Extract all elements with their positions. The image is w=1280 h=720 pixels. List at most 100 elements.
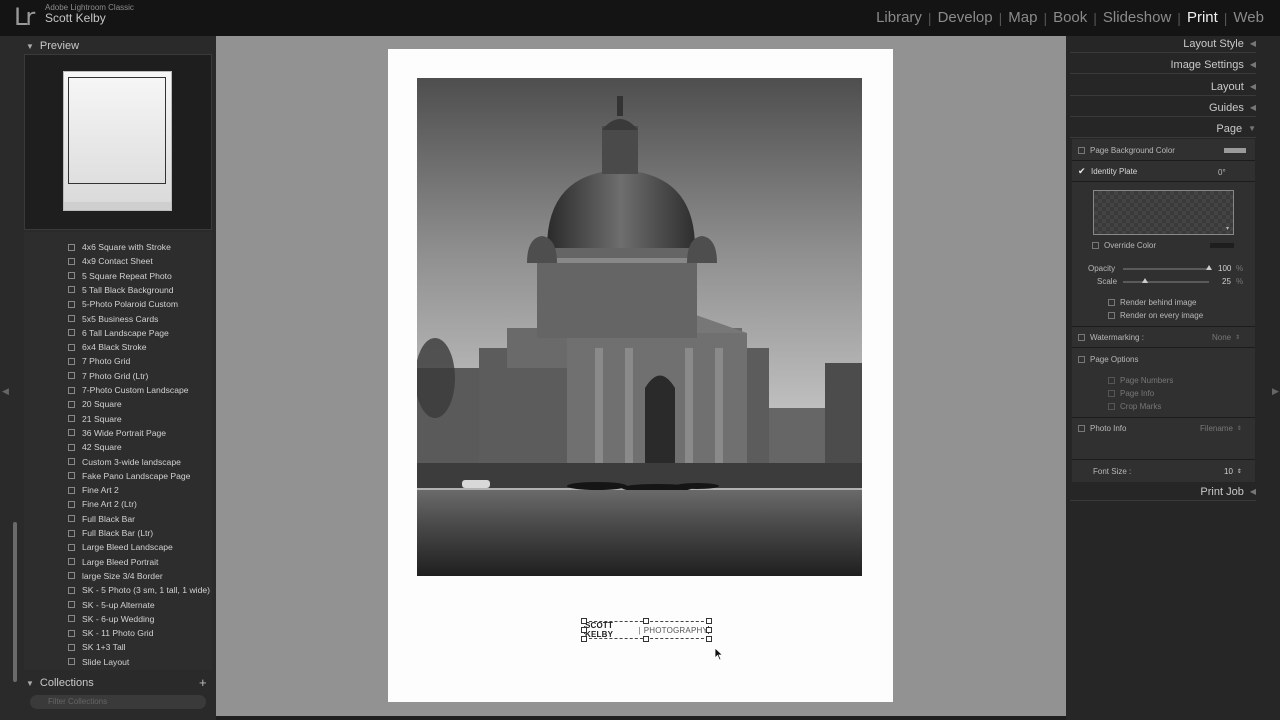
- photo-info-option[interactable]: Photo Info: [1078, 424, 1126, 433]
- template-item[interactable]: 6 Tall Landscape Page: [24, 326, 212, 340]
- section-guides[interactable]: Guides ◀: [1070, 99, 1256, 117]
- preview-panel-header[interactable]: ▼ Preview: [26, 36, 79, 56]
- page-background-color-swatch[interactable]: [1224, 148, 1246, 153]
- resize-handle-top-right[interactable]: [706, 618, 712, 624]
- render-behind-image-option[interactable]: Render behind image: [1108, 298, 1197, 307]
- scale-value[interactable]: 25: [1222, 277, 1231, 286]
- resize-handle-bottom[interactable]: [643, 636, 649, 642]
- template-item[interactable]: 36 Wide Portrait Page: [24, 426, 212, 440]
- identity-plate-name: SCOTT KELBY: [585, 621, 614, 639]
- template-item[interactable]: 20 Square: [24, 397, 212, 411]
- template-item[interactable]: 4x6 Square with Stroke: [24, 240, 212, 254]
- checkbox[interactable]: [1108, 403, 1115, 410]
- module-library[interactable]: Library: [870, 9, 928, 26]
- section-page[interactable]: Page ▼: [1070, 120, 1256, 138]
- add-collection-button[interactable]: +: [199, 675, 207, 690]
- page-info-option[interactable]: Page Info: [1108, 389, 1154, 398]
- section-layout-style[interactable]: Layout Style ◀: [1070, 35, 1256, 53]
- font-size-label: Font Size :: [1093, 467, 1132, 476]
- divider: [1072, 459, 1255, 460]
- override-color-option[interactable]: Override Color: [1092, 241, 1156, 250]
- page-numbers-option[interactable]: Page Numbers: [1108, 376, 1173, 385]
- checkbox[interactable]: [1092, 242, 1099, 249]
- filter-collections-input[interactable]: Filter Collections: [30, 695, 206, 709]
- template-item[interactable]: SK - 5-up Alternate: [24, 598, 212, 612]
- module-print[interactable]: Print: [1181, 9, 1224, 26]
- page-background-color-option[interactable]: Page Background Color: [1078, 146, 1175, 155]
- template-item[interactable]: Full Black Bar: [24, 512, 212, 526]
- override-color-swatch[interactable]: [1210, 243, 1234, 248]
- identity-plate-rotation[interactable]: 0°: [1218, 168, 1226, 177]
- template-item[interactable]: 5 Tall Black Background: [24, 283, 212, 297]
- section-print-job[interactable]: Print Job ◀: [1070, 483, 1256, 501]
- template-item[interactable]: 7-Photo Custom Landscape: [24, 383, 212, 397]
- chevron-down-icon[interactable]: ▾: [1226, 225, 1229, 232]
- resize-handle-top[interactable]: [643, 618, 649, 624]
- left-panel-scrollbar[interactable]: [13, 522, 17, 682]
- section-image-settings[interactable]: Image Settings ◀: [1070, 56, 1256, 74]
- identity-plate-preview[interactable]: [1093, 190, 1234, 235]
- font-size-dropdown[interactable]: 10 ⇕: [1224, 467, 1242, 476]
- preview-photo-cell: [68, 77, 166, 184]
- crop-marks-option[interactable]: Crop Marks: [1108, 402, 1161, 411]
- module-book[interactable]: Book: [1047, 9, 1093, 26]
- module-picker-bar: Lr Adobe Lightroom Classic Scott Kelby L…: [0, 0, 1280, 36]
- checkbox[interactable]: [1078, 425, 1085, 432]
- resize-handle-top-left[interactable]: [581, 618, 587, 624]
- template-item[interactable]: Fine Art 2: [24, 483, 212, 497]
- template-item[interactable]: 42 Square: [24, 440, 212, 454]
- resize-handle-right[interactable]: [706, 627, 712, 633]
- template-item[interactable]: SK - 5 Photo (3 sm, 1 tall, 1 wide): [24, 583, 212, 597]
- left-panel-toggle-icon[interactable]: ◀: [2, 386, 9, 397]
- resize-handle-bottom-right[interactable]: [706, 636, 712, 642]
- template-item[interactable]: 5x5 Business Cards: [24, 312, 212, 326]
- template-item[interactable]: SK - 6-up Wedding: [24, 612, 212, 626]
- template-item[interactable]: Large Bleed Landscape: [24, 540, 212, 554]
- template-item[interactable]: SK - 11 Photo Grid: [24, 626, 212, 640]
- collections-panel-header[interactable]: ▼ Collections: [26, 673, 94, 693]
- checkbox[interactable]: [1108, 390, 1115, 397]
- template-item[interactable]: 6x4 Black Stroke: [24, 340, 212, 354]
- module-web[interactable]: Web: [1227, 9, 1270, 26]
- template-item[interactable]: Custom 3-wide landscape: [24, 455, 212, 469]
- template-item[interactable]: 4x9 Contact Sheet: [24, 254, 212, 268]
- page-options-option[interactable]: Page Options: [1078, 355, 1138, 364]
- right-panel-toggle-icon[interactable]: ▶: [1272, 386, 1279, 397]
- template-item[interactable]: Full Black Bar (Ltr): [24, 526, 212, 540]
- checkbox[interactable]: [1108, 299, 1115, 306]
- module-develop[interactable]: Develop: [932, 9, 999, 26]
- scale-slider[interactable]: [1123, 281, 1209, 283]
- module-slideshow[interactable]: Slideshow: [1097, 9, 1177, 26]
- template-item[interactable]: 7 Photo Grid (Ltr): [24, 369, 212, 383]
- template-item[interactable]: Fake Pano Landscape Page: [24, 469, 212, 483]
- template-item[interactable]: 7 Photo Grid: [24, 354, 212, 368]
- checkmark-icon[interactable]: ✔: [1078, 166, 1086, 176]
- checkbox[interactable]: [1108, 377, 1115, 384]
- template-item[interactable]: large Size 3/4 Border: [24, 569, 212, 583]
- resize-handle-left[interactable]: [581, 627, 587, 633]
- section-layout[interactable]: Layout ◀: [1070, 78, 1256, 96]
- template-item[interactable]: 5 Square Repeat Photo: [24, 269, 212, 283]
- template-item[interactable]: 21 Square: [24, 412, 212, 426]
- opacity-value[interactable]: 100: [1218, 264, 1231, 273]
- checkbox[interactable]: [1078, 356, 1085, 363]
- checkbox[interactable]: [1078, 147, 1085, 154]
- scale-slider-knob[interactable]: [1141, 278, 1148, 283]
- identity-plate-option[interactable]: ✔ Identity Plate: [1078, 166, 1137, 176]
- template-item[interactable]: Fine Art 2 (Ltr): [24, 497, 212, 511]
- template-item[interactable]: Large Bleed Portrait: [24, 555, 212, 569]
- render-every-image-option[interactable]: Render on every image: [1108, 311, 1203, 320]
- template-item[interactable]: Slide Layout: [24, 655, 212, 669]
- opacity-slider[interactable]: [1123, 268, 1209, 270]
- photo-cell[interactable]: [417, 78, 862, 576]
- photo-info-dropdown[interactable]: Filename ⇕: [1200, 424, 1242, 433]
- resize-handle-bottom-left[interactable]: [581, 636, 587, 642]
- template-item[interactable]: 5-Photo Polaroid Custom: [24, 297, 212, 311]
- module-map[interactable]: Map: [1002, 9, 1043, 26]
- watermarking-option[interactable]: Watermarking :: [1078, 333, 1144, 342]
- template-item[interactable]: SK 1+3 Tall: [24, 640, 212, 654]
- checkbox[interactable]: [1108, 312, 1115, 319]
- watermarking-dropdown[interactable]: None ⇕: [1212, 333, 1240, 342]
- opacity-slider-knob[interactable]: [1206, 265, 1212, 270]
- checkbox[interactable]: [1078, 334, 1085, 341]
